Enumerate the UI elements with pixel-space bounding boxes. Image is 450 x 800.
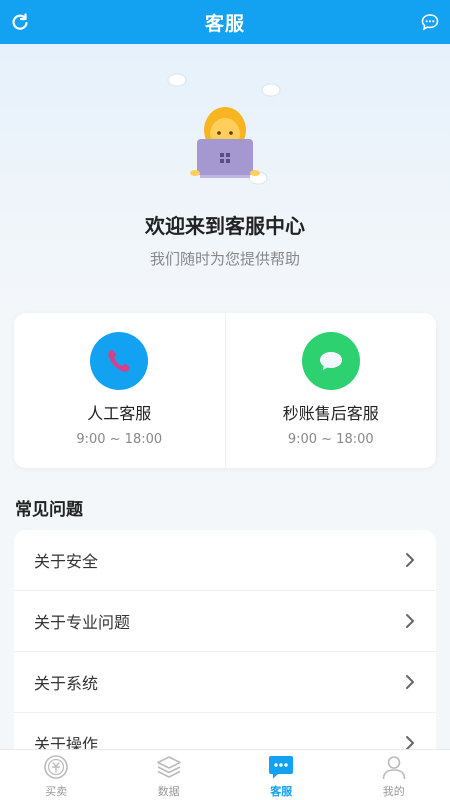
top-bar: 客服 <box>0 0 450 44</box>
faq-item-system[interactable]: 关于系统 <box>14 652 436 713</box>
chevron-right-icon <box>406 553 414 567</box>
tab-data[interactable]: 数据 <box>113 750 226 800</box>
faq-item-label: 关于系统 <box>34 674 99 693</box>
faq-item-label: 关于安全 <box>34 552 99 571</box>
faq-item-label: 关于专业问题 <box>34 613 131 632</box>
service-hours: 9:00 ~ 18:00 <box>76 432 163 447</box>
trade-coin-icon <box>44 755 69 779</box>
welcome-subtitle: 我们随时为您提供帮助 <box>149 250 300 268</box>
tab-label: 买卖 <box>45 785 68 798</box>
chat-bubble-icon[interactable] <box>420 12 440 32</box>
faq-item-professional[interactable]: 关于专业问题 <box>14 591 436 652</box>
faq-item-security[interactable]: 关于安全 <box>14 530 436 591</box>
tab-customer-service[interactable]: 客服 <box>225 750 338 800</box>
chevron-right-icon <box>406 614 414 628</box>
tab-label: 客服 <box>270 785 293 798</box>
faq-section-title: 常见问题 <box>15 500 83 520</box>
welcome-title: 欢迎来到客服中心 <box>145 214 305 238</box>
service-hours: 9:00 ~ 18:00 <box>287 432 374 447</box>
tab-mine[interactable]: 我的 <box>338 750 450 800</box>
service-name: 人工客服 <box>87 404 152 423</box>
chevron-right-icon <box>406 675 414 689</box>
chat-icon <box>269 756 294 779</box>
service-card: 人工客服 9:00 ~ 18:00 秒账售后客服 9:00 ~ 18:00 <box>14 313 436 468</box>
page-title: 客服 <box>204 12 245 35</box>
tab-trade[interactable]: 买卖 <box>0 750 113 800</box>
human-service-button[interactable]: 人工客服 9:00 ~ 18:00 <box>14 313 225 468</box>
faq-list: 关于安全 关于专业问题 关于系统 关于操作 <box>14 530 436 760</box>
refresh-icon[interactable] <box>10 12 30 32</box>
welcome-hero: 欢迎来到客服中心 我们随时为您提供帮助 <box>0 44 450 314</box>
layers-icon <box>156 756 181 778</box>
after-sales-service-button[interactable]: 秒账售后客服 9:00 ~ 18:00 <box>224 313 437 468</box>
user-icon <box>382 756 406 780</box>
phone-icon <box>90 332 149 390</box>
tab-label: 我的 <box>382 785 405 798</box>
tab-label: 数据 <box>157 785 180 798</box>
service-name: 秒账售后客服 <box>282 404 379 423</box>
speech-bubble-icon <box>301 332 360 390</box>
bottom-tab-bar: 买卖 数据 客服 我的 <box>0 749 450 800</box>
support-agent-illustration <box>167 73 281 185</box>
